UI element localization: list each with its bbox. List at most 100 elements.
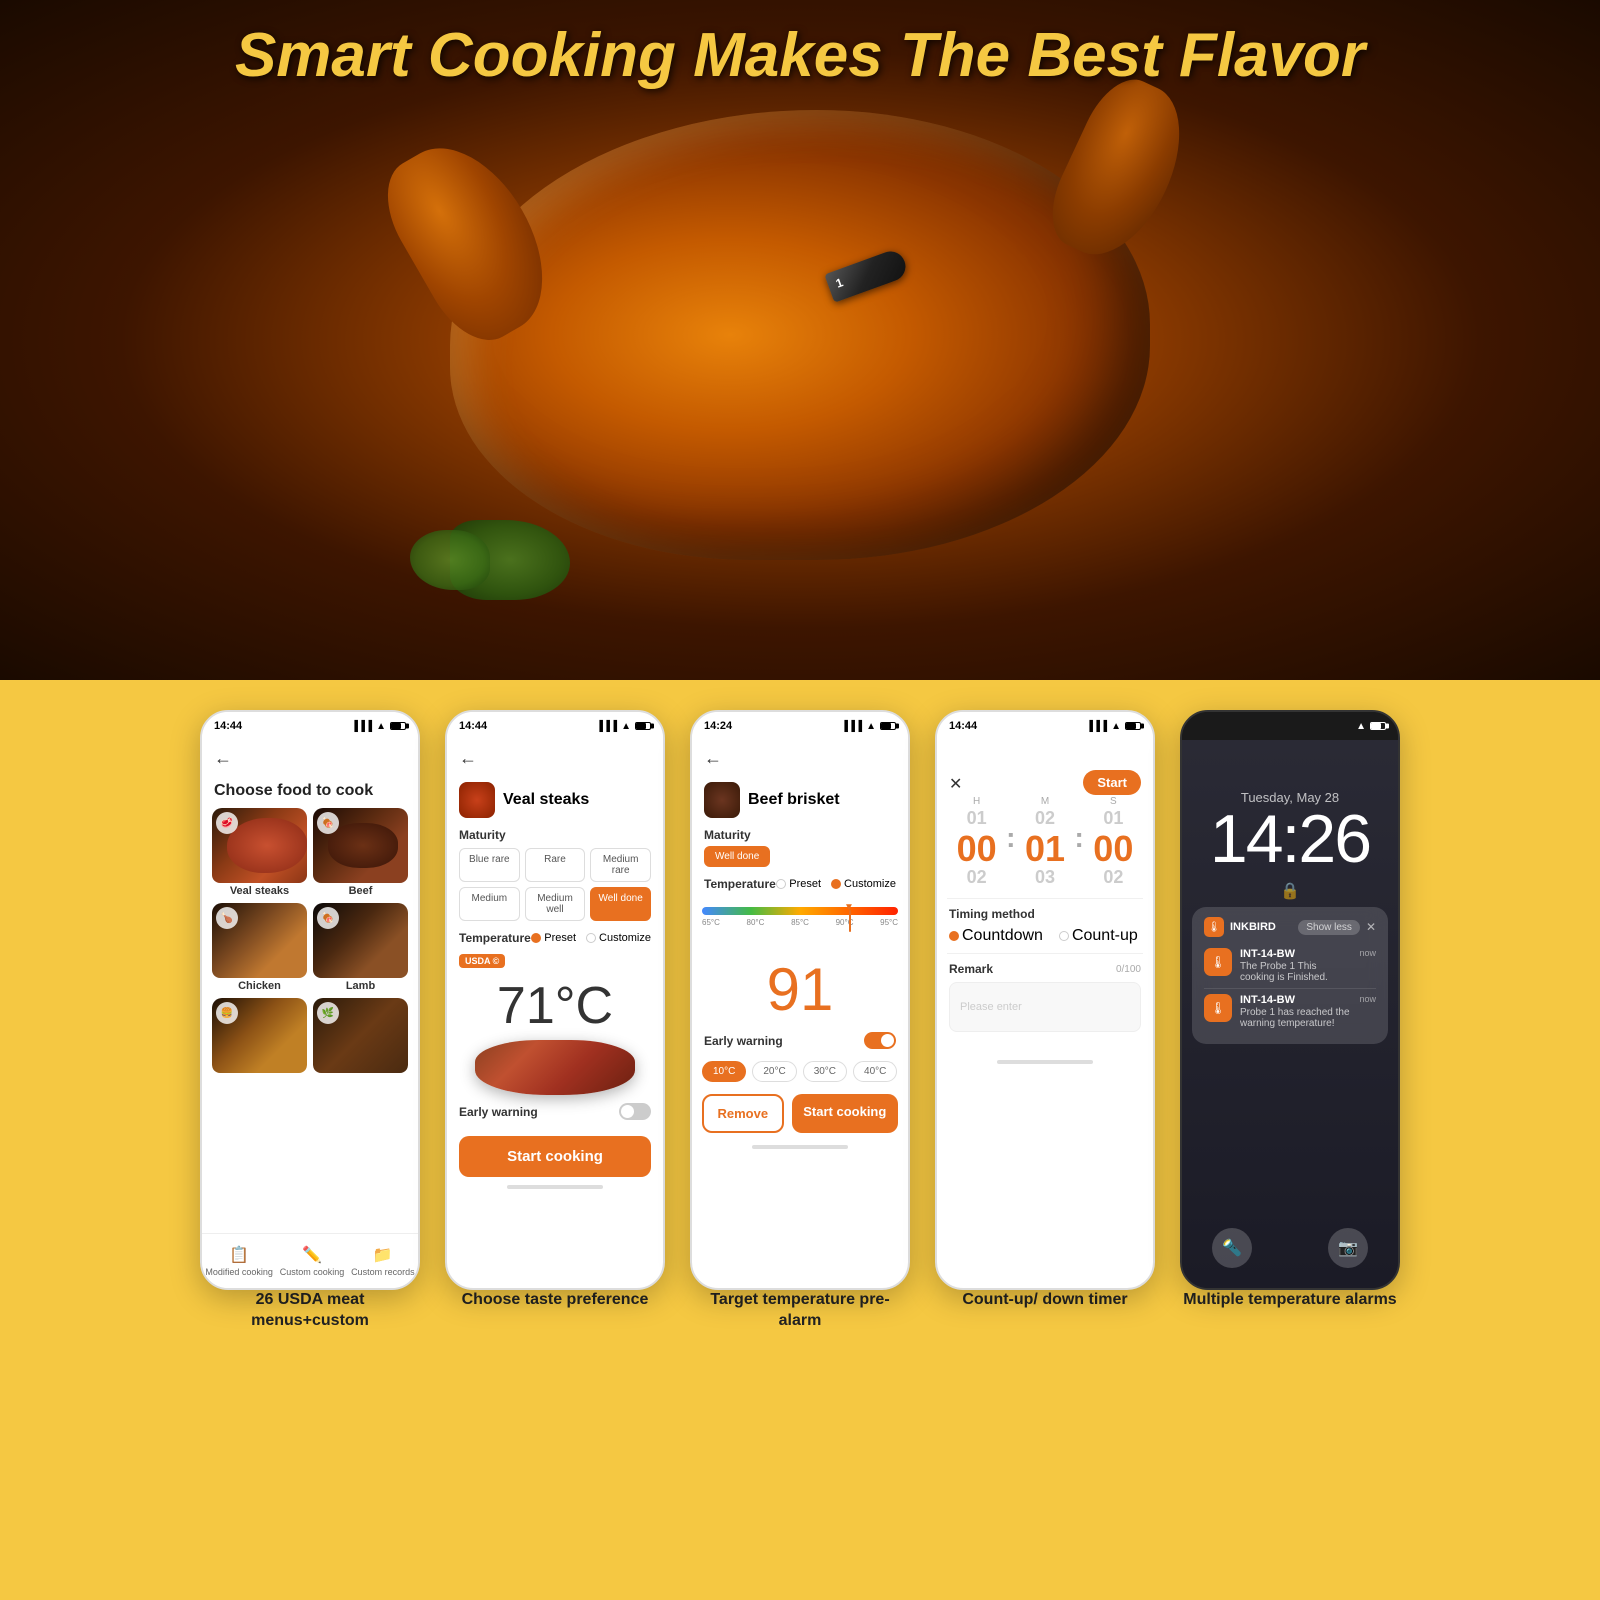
food-cell-chicken[interactable]: 🍗 Chicken: [212, 903, 307, 992]
lock-screen: Tuesday, May 28 14:26 🔒 🌡 INKBIRD S: [1182, 740, 1398, 1290]
notif-title-2: INT-14-BW: [1240, 994, 1351, 1006]
bottom-section: 14:44 ▐▐▐ ▲ ← Choose food to cook 🥩: [0, 680, 1600, 1600]
food-cell-other[interactable]: 🌿: [313, 998, 408, 1075]
early-warning-toggle[interactable]: [619, 1103, 651, 1120]
nav-records[interactable]: 📁 Custom records: [351, 1245, 415, 1277]
phone3-wrapper: 14:24 ▐▐▐ ▲ ← Beef brisket Maturity We: [690, 710, 910, 1390]
food-label-veal: Veal steaks: [212, 885, 307, 897]
battery-icon5: [1370, 722, 1386, 730]
phone2-status-icons: ▐▐▐ ▲: [596, 721, 651, 732]
timer-h-col: H 01 00 02: [949, 796, 1004, 888]
notification-card: 🌡 INKBIRD Show less ✕ 🌡 INT-14-BW: [1192, 907, 1388, 1044]
remove-btn[interactable]: Remove: [702, 1094, 784, 1133]
close-btn[interactable]: ✕: [949, 774, 962, 794]
customize-radio3[interactable]: Customize: [831, 878, 896, 890]
notif-body-1: The Probe 1 This cooking is Finished.: [1240, 961, 1351, 983]
phone1-title: Choose food to cook: [202, 776, 418, 808]
phone1-status-bar: 14:44 ▐▐▐ ▲: [202, 712, 418, 740]
maturity-rare[interactable]: Rare: [525, 848, 586, 882]
usda-badge: USDA ©: [459, 954, 505, 968]
maturity-blue-rare[interactable]: Blue rare: [459, 848, 520, 882]
phone3-time: 14:24: [704, 720, 732, 732]
phone4-status-icons: ▐▐▐ ▲: [1086, 721, 1141, 732]
timer-s-col: S 01 00 02: [1086, 796, 1141, 888]
nav-modified[interactable]: 📋 Modified cooking: [205, 1245, 273, 1277]
phone1-wrapper: 14:44 ▐▐▐ ▲ ← Choose food to cook 🥩: [200, 710, 420, 1390]
phone2-status-bar: 14:44 ▐▐▐ ▲: [447, 712, 663, 740]
countdown-radio[interactable]: Countdown: [949, 927, 1043, 945]
notif-time-2: now: [1359, 994, 1376, 1004]
bottom-nav: 📋 Modified cooking ✏️ Custom cooking 📁 C…: [202, 1233, 418, 1288]
nav-custom[interactable]: ✏️ Custom cooking: [280, 1245, 345, 1277]
gauge-labels: 65°C 80°C 85°C 90°C 95°C: [702, 918, 898, 927]
food-cell-lamb[interactable]: 🍖 Lamb: [313, 903, 408, 992]
maturity-well-done3[interactable]: Well done: [704, 846, 770, 867]
start-cooking-btn2[interactable]: Start cooking: [459, 1136, 651, 1177]
countup-radio[interactable]: Count-up: [1059, 927, 1138, 945]
timer-start-btn[interactable]: Start: [1083, 770, 1141, 795]
phone2-header: ←: [447, 740, 663, 776]
battery-icon: [390, 722, 406, 730]
phone5: ▲ Tuesday, May 28 14:26 🔒 🌡: [1180, 710, 1400, 1290]
chicken-visual: 1: [350, 60, 1250, 620]
notif-item-icon-1: 🌡: [1204, 948, 1232, 976]
chip-30[interactable]: 30°C: [803, 1061, 847, 1082]
remark-label: Remark: [949, 962, 993, 976]
maturity-medium[interactable]: Medium: [459, 887, 520, 921]
timer-m-col: M 02 01 03: [1018, 796, 1073, 888]
chip-40[interactable]: 40°C: [853, 1061, 897, 1082]
veal-header: Veal steaks: [447, 776, 663, 824]
food-cell-beef[interactable]: 🍖 Beef: [313, 808, 408, 897]
temp-label: Temperature: [459, 931, 531, 945]
remark-input[interactable]: Please enter: [949, 982, 1141, 1032]
notif-close[interactable]: ✕: [1366, 920, 1376, 934]
phone4: 14:44 ▐▐▐ ▲ ✕ Start H: [935, 710, 1155, 1290]
hero-title: Smart Cooking Makes The Best Flavor: [0, 20, 1600, 91]
camera-icon[interactable]: 📷: [1328, 1228, 1368, 1268]
steak-visual: [475, 1040, 635, 1095]
flashlight-icon[interactable]: 🔦: [1212, 1228, 1252, 1268]
food-label-lamb: Lamb: [313, 980, 408, 992]
early-warning-label2: Early warning: [459, 1105, 538, 1119]
phone2-wrapper: 14:44 ▐▐▐ ▲ ← Veal steaks Maturity Blu: [445, 710, 665, 1390]
notif-app-icon: 🌡: [1204, 917, 1224, 937]
customize-radio-circle: [586, 933, 596, 943]
customize-circle3: [831, 879, 841, 889]
preset-radio[interactable]: Preset: [531, 932, 576, 944]
temp-gauge: 65°C 80°C 85°C 90°C 95°C: [702, 907, 898, 952]
maturity-medium-well[interactable]: Medium well: [525, 887, 586, 921]
food-grid: 🥩 Veal steaks 🍖 Beef 🍗 C: [202, 808, 418, 1075]
back-arrow3[interactable]: ←: [704, 748, 722, 769]
early-warning-toggle3[interactable]: [864, 1032, 896, 1049]
phone4-caption: Count-up/ down timer: [935, 1290, 1155, 1311]
customize-radio[interactable]: Customize: [586, 932, 651, 944]
remark-placeholder: Please enter: [960, 1001, 1022, 1013]
battery-icon3: [880, 722, 896, 730]
food-img-beef: 🍖: [313, 808, 408, 883]
back-arrow2[interactable]: ←: [459, 748, 477, 769]
maturity-well-done[interactable]: Well done: [590, 887, 651, 921]
food-img-other: 🌿: [313, 998, 408, 1073]
remark-counter: 0/100: [1116, 964, 1141, 975]
phone1: 14:44 ▐▐▐ ▲ ← Choose food to cook 🥩: [200, 710, 420, 1290]
temp-radio-group3: Preset Customize: [776, 878, 896, 890]
notif-item-1: 🌡 INT-14-BW The Probe 1 This cooking is …: [1204, 943, 1376, 989]
early-warning-label3: Early warning: [704, 1034, 783, 1048]
phone5-status-icons: ▲: [1356, 721, 1386, 732]
show-less-btn[interactable]: Show less: [1298, 920, 1360, 935]
food-cell-veal[interactable]: 🥩 Veal steaks: [212, 808, 307, 897]
warning-chips: 10°C 20°C 30°C 40°C: [692, 1057, 908, 1086]
chip-10[interactable]: 10°C: [702, 1061, 746, 1082]
lock-time-area: Tuesday, May 28 14:26 🔒: [1182, 740, 1398, 901]
preset-radio3[interactable]: Preset: [776, 878, 821, 890]
back-arrow[interactable]: ←: [214, 748, 232, 769]
action-row: Remove Start cooking: [692, 1086, 908, 1141]
temp-value: 71°C: [447, 972, 663, 1040]
notif-title-1: INT-14-BW: [1240, 948, 1351, 960]
chip-20[interactable]: 20°C: [752, 1061, 796, 1082]
temp-label3: Temperature: [704, 877, 776, 891]
maturity-medium-rare[interactable]: Medium rare: [590, 848, 651, 882]
start-cooking-btn3[interactable]: Start cooking: [792, 1094, 898, 1133]
food-cell-burger[interactable]: 🍔: [212, 998, 307, 1075]
notif-item-icon-2: 🌡: [1204, 994, 1232, 1022]
